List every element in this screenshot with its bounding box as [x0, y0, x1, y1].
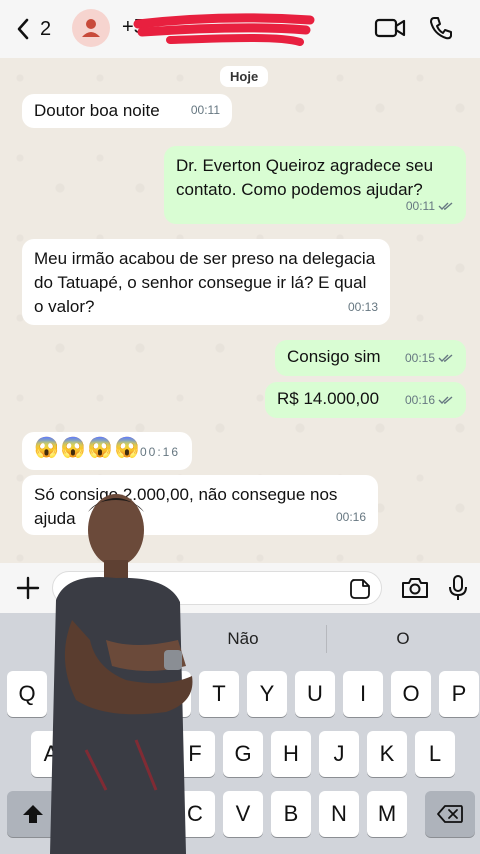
- key-o[interactable]: O: [391, 671, 431, 717]
- suggestion-3[interactable]: O: [326, 613, 480, 665]
- message-text: 😱😱😱😱: [34, 437, 142, 459]
- message-time: 00:13: [347, 300, 378, 314]
- message-text: Meu irmão acabou de ser preso na delegac…: [34, 249, 376, 316]
- microphone-icon[interactable]: [448, 574, 468, 602]
- back-count: 2: [40, 17, 52, 40]
- key-i[interactable]: I: [343, 671, 383, 717]
- message-text: Dr. Everton Queiroz agradece seu contato…: [176, 156, 434, 199]
- phone-call-icon[interactable]: [428, 15, 454, 41]
- key-v[interactable]: V: [223, 791, 263, 837]
- double-check-icon: [438, 354, 453, 362]
- message-text: Consigo sim: [287, 347, 381, 366]
- key-y[interactable]: Y: [247, 671, 287, 717]
- message-bubble[interactable]: Dr. Everton Queiroz agradece seu contato…: [164, 146, 466, 224]
- key-m[interactable]: M: [367, 791, 407, 837]
- key-h[interactable]: H: [271, 731, 311, 777]
- key-b[interactable]: B: [271, 791, 311, 837]
- sticker-icon[interactable]: [349, 578, 371, 600]
- date-separator: Hoje: [220, 66, 269, 87]
- message-bubble[interactable]: Doutor boa noite 00:11: [22, 94, 232, 128]
- message-time: 00:15: [405, 346, 454, 370]
- backspace-icon: [437, 805, 463, 823]
- key-p[interactable]: P: [439, 671, 479, 717]
- message-text: Doutor boa noite: [34, 101, 160, 120]
- message-time: 00:16: [405, 388, 454, 412]
- chat-area[interactable]: Hoje Doutor boa noite 00:11 Dr. Everton …: [0, 58, 480, 563]
- back-button[interactable]: 2: [16, 14, 56, 44]
- message-bubble[interactable]: 😱😱😱😱 00:16: [22, 432, 192, 470]
- video-call-icon[interactable]: [374, 15, 406, 41]
- key-j[interactable]: J: [319, 731, 359, 777]
- redaction-scribble: [133, 13, 315, 46]
- key-q[interactable]: Q: [7, 671, 47, 717]
- chat-header: 2 +5: [0, 0, 480, 58]
- double-check-icon: [438, 396, 453, 404]
- message-bubble[interactable]: Consigo sim 00:15: [275, 340, 466, 376]
- message-time: 00:16: [139, 445, 180, 459]
- key-u[interactable]: U: [295, 671, 335, 717]
- contact-avatar[interactable]: [72, 9, 110, 47]
- message-time: 00:16: [335, 510, 366, 524]
- message-time: 00:11: [190, 103, 220, 117]
- key-g[interactable]: G: [223, 731, 263, 777]
- message-time: 00:11: [406, 194, 454, 218]
- key-k[interactable]: K: [367, 731, 407, 777]
- message-text: R$ 14.000,00: [277, 389, 380, 408]
- back-chevron-icon: [17, 18, 29, 40]
- camera-icon[interactable]: [400, 576, 430, 600]
- person-overlay-image: [50, 494, 193, 854]
- double-check-icon: [438, 202, 453, 210]
- message-bubble[interactable]: R$ 14.000,00 00:16: [265, 382, 466, 418]
- key-l[interactable]: L: [415, 731, 455, 777]
- backspace-key[interactable]: [425, 791, 475, 837]
- shift-icon: [23, 805, 43, 823]
- message-bubble[interactable]: Meu irmão acabou de ser preso na delegac…: [22, 239, 390, 325]
- plus-icon[interactable]: [16, 576, 40, 600]
- key-n[interactable]: N: [319, 791, 359, 837]
- contact-avatar-icon: [82, 19, 100, 37]
